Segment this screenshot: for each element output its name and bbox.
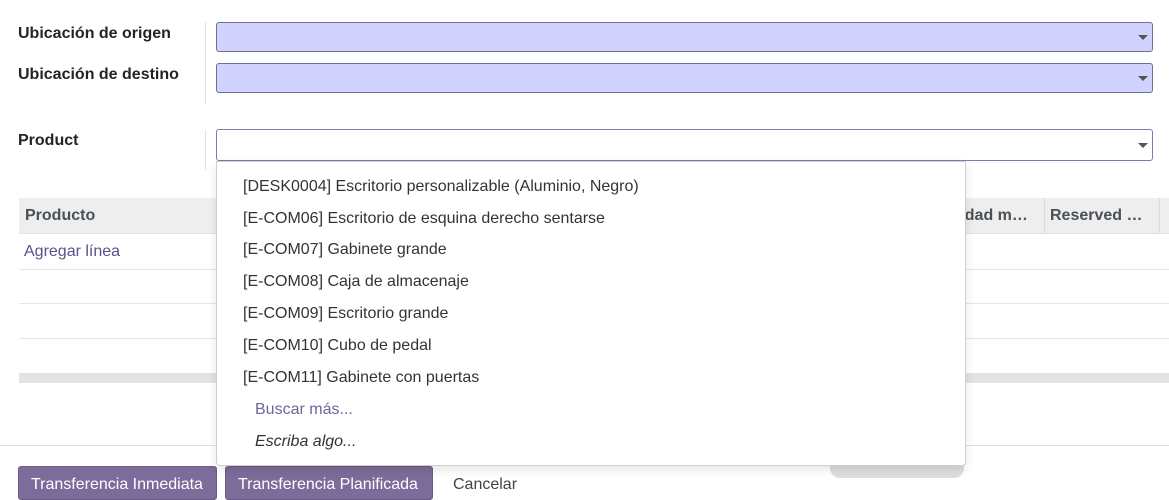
add-line-link[interactable]: Agregar línea bbox=[24, 243, 120, 261]
type-hint: Escriba algo... bbox=[255, 433, 357, 450]
chevron-down-icon[interactable] bbox=[1138, 35, 1148, 40]
column-header-product[interactable]: Producto bbox=[25, 207, 95, 225]
dropdown-option[interactable]: [E-COM10] Cubo de pedal bbox=[243, 337, 432, 355]
cancel-button[interactable]: Cancelar bbox=[453, 476, 517, 494]
column-divider bbox=[1159, 198, 1160, 233]
planned-transfer-button[interactable]: Transferencia Planificada bbox=[225, 466, 433, 500]
dropdown-option[interactable]: [E-COM08] Caja de almacenaje bbox=[243, 273, 469, 291]
product-label: Product bbox=[18, 132, 79, 149]
column-header-reserved[interactable]: Reserved … bbox=[1050, 207, 1158, 225]
product-autocomplete-dropdown: [DESK0004] Escritorio personalizable (Al… bbox=[216, 161, 966, 466]
dropdown-shadow bbox=[830, 466, 964, 478]
dropdown-option[interactable]: [DESK0004] Escritorio personalizable (Al… bbox=[243, 178, 639, 196]
source-location-label: Ubicación de origen bbox=[18, 25, 171, 42]
dropdown-option[interactable]: [E-COM06] Escritorio de esquina derecho … bbox=[243, 210, 605, 228]
dropdown-option[interactable]: [E-COM07] Gabinete grande bbox=[243, 241, 447, 259]
dropdown-option[interactable]: [E-COM09] Escritorio grande bbox=[243, 305, 448, 323]
chevron-down-icon[interactable] bbox=[1138, 143, 1148, 148]
dropdown-option[interactable]: [E-COM11] Gabinete con puertas bbox=[243, 369, 479, 387]
label-divider bbox=[205, 130, 206, 170]
chevron-down-icon[interactable] bbox=[1138, 76, 1148, 81]
product-select[interactable] bbox=[216, 129, 1153, 161]
immediate-transfer-button[interactable]: Transferencia Inmediata bbox=[18, 466, 217, 500]
column-divider bbox=[1044, 198, 1045, 233]
source-location-select[interactable] bbox=[216, 22, 1153, 52]
search-more-option[interactable]: Buscar más... bbox=[255, 401, 353, 419]
column-header-quantity[interactable]: tidad m… bbox=[955, 207, 1039, 225]
label-divider bbox=[205, 22, 206, 104]
dest-location-label: Ubicación de destino bbox=[18, 66, 179, 83]
dest-location-select[interactable] bbox=[216, 63, 1153, 93]
